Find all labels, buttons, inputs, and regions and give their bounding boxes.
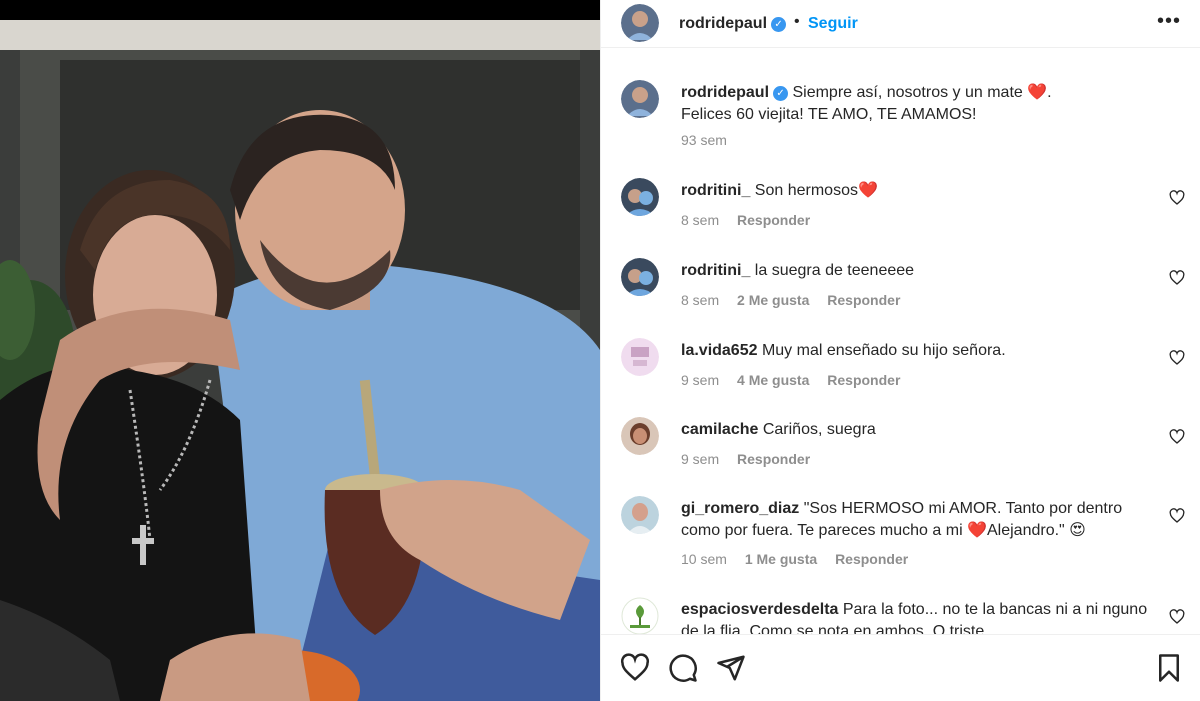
author-username[interactable]: rodridepaul bbox=[679, 15, 767, 32]
follow-button[interactable]: Seguir bbox=[808, 15, 858, 33]
caption-avatar[interactable] bbox=[621, 80, 659, 118]
comment-like-heart-icon[interactable] bbox=[1169, 350, 1185, 366]
caption-time[interactable]: 93 sem bbox=[681, 132, 727, 148]
caption-period: . bbox=[1047, 84, 1052, 101]
comment-username[interactable]: espaciosverdesdelta bbox=[681, 601, 838, 618]
comment-time[interactable]: 8 sem bbox=[681, 292, 719, 308]
comment-likes-count[interactable]: 4 Me gusta bbox=[737, 372, 809, 388]
comment-text: Son hermosos❤️ bbox=[754, 182, 878, 199]
comment-username[interactable]: gi_romero_diaz bbox=[681, 500, 799, 517]
comment-time[interactable]: 10 sem bbox=[681, 551, 727, 567]
separator-dot: • bbox=[794, 13, 800, 30]
comment-like-heart-icon[interactable] bbox=[1169, 270, 1185, 286]
comment-time[interactable]: 8 sem bbox=[681, 212, 719, 228]
comment-meta: 10 sem 1 Me gusta Responder bbox=[681, 551, 922, 567]
comment-like-heart-icon[interactable] bbox=[1169, 508, 1185, 524]
verified-badge-icon: ✓ bbox=[771, 17, 787, 32]
commenter-avatar[interactable] bbox=[621, 338, 659, 376]
post-photo-illustration bbox=[0, 20, 600, 701]
more-options-icon[interactable]: ••• bbox=[1157, 10, 1181, 33]
comment-meta: 8 sem Responder bbox=[681, 212, 824, 228]
bookmark-icon[interactable] bbox=[1154, 653, 1184, 683]
comment-time[interactable]: 9 sem bbox=[681, 372, 719, 388]
commenter-avatar[interactable] bbox=[621, 178, 659, 216]
post-sidebar: rodridepaul ✓ • Seguir ••• rodridepaul ✓ S… bbox=[600, 0, 1200, 701]
comment-like-heart-icon[interactable] bbox=[1169, 190, 1185, 206]
heart-emoji: ❤️ bbox=[1027, 84, 1048, 101]
comment-meta: 9 sem 4 Me gusta Responder bbox=[681, 372, 914, 388]
comments-list[interactable]: rodridepaul ✓ Siempre así, nosotros y un … bbox=[601, 62, 1200, 634]
reply-button[interactable]: Responder bbox=[835, 551, 908, 567]
heart-outline-icon[interactable] bbox=[620, 653, 650, 683]
post-action-bar bbox=[601, 634, 1200, 701]
post-header: rodridepaul ✓ • Seguir ••• bbox=[601, 0, 1200, 48]
reply-button[interactable]: Responder bbox=[737, 451, 810, 467]
comment-text: Muy mal enseñado su hijo señora. bbox=[761, 342, 1006, 359]
commenter-avatar[interactable] bbox=[621, 496, 659, 534]
comment-meta: 9 sem Responder bbox=[681, 451, 824, 467]
reply-button[interactable]: Responder bbox=[827, 372, 900, 388]
comment-likes-count[interactable]: 2 Me gusta bbox=[737, 292, 809, 308]
commenter-avatar[interactable] bbox=[621, 417, 659, 455]
author-avatar[interactable] bbox=[621, 4, 659, 42]
comment-like-heart-icon[interactable] bbox=[1169, 429, 1185, 445]
post-photo[interactable] bbox=[0, 20, 600, 701]
commenter-avatar[interactable] bbox=[621, 597, 659, 634]
reply-button[interactable]: Responder bbox=[737, 212, 810, 228]
caption-username[interactable]: rodridepaul bbox=[681, 84, 769, 101]
post-photo-panel bbox=[0, 0, 600, 701]
comment-time[interactable]: 9 sem bbox=[681, 451, 719, 467]
comment-meta: 8 sem 2 Me gusta Responder bbox=[681, 292, 914, 308]
photo-letterbox-bar bbox=[0, 0, 600, 20]
comment-text: la suegra de teeneeee bbox=[754, 262, 915, 279]
comment-username[interactable]: rodritini_ bbox=[681, 262, 750, 279]
commenter-avatar[interactable] bbox=[621, 258, 659, 296]
verified-badge-icon: ✓ bbox=[773, 86, 789, 101]
paper-plane-icon[interactable] bbox=[716, 653, 746, 683]
caption-text-line1: Siempre así, nosotros y un mate bbox=[792, 84, 1023, 101]
comment-like-heart-icon[interactable] bbox=[1169, 609, 1185, 625]
comment-username[interactable]: camilache bbox=[681, 421, 758, 438]
caption-text-line2: Felices 60 viejita! TE AMO, TE AMAMOS! bbox=[681, 106, 977, 123]
comment-likes-count[interactable]: 1 Me gusta bbox=[745, 551, 817, 567]
comment-bubble-icon[interactable] bbox=[668, 653, 698, 683]
reply-button[interactable]: Responder bbox=[827, 292, 900, 308]
comment-text: Cariños, suegra bbox=[762, 421, 876, 438]
caption-meta: 93 sem bbox=[681, 132, 741, 148]
comment-username[interactable]: rodritini_ bbox=[681, 182, 750, 199]
comment-username[interactable]: la.vida652 bbox=[681, 342, 758, 359]
